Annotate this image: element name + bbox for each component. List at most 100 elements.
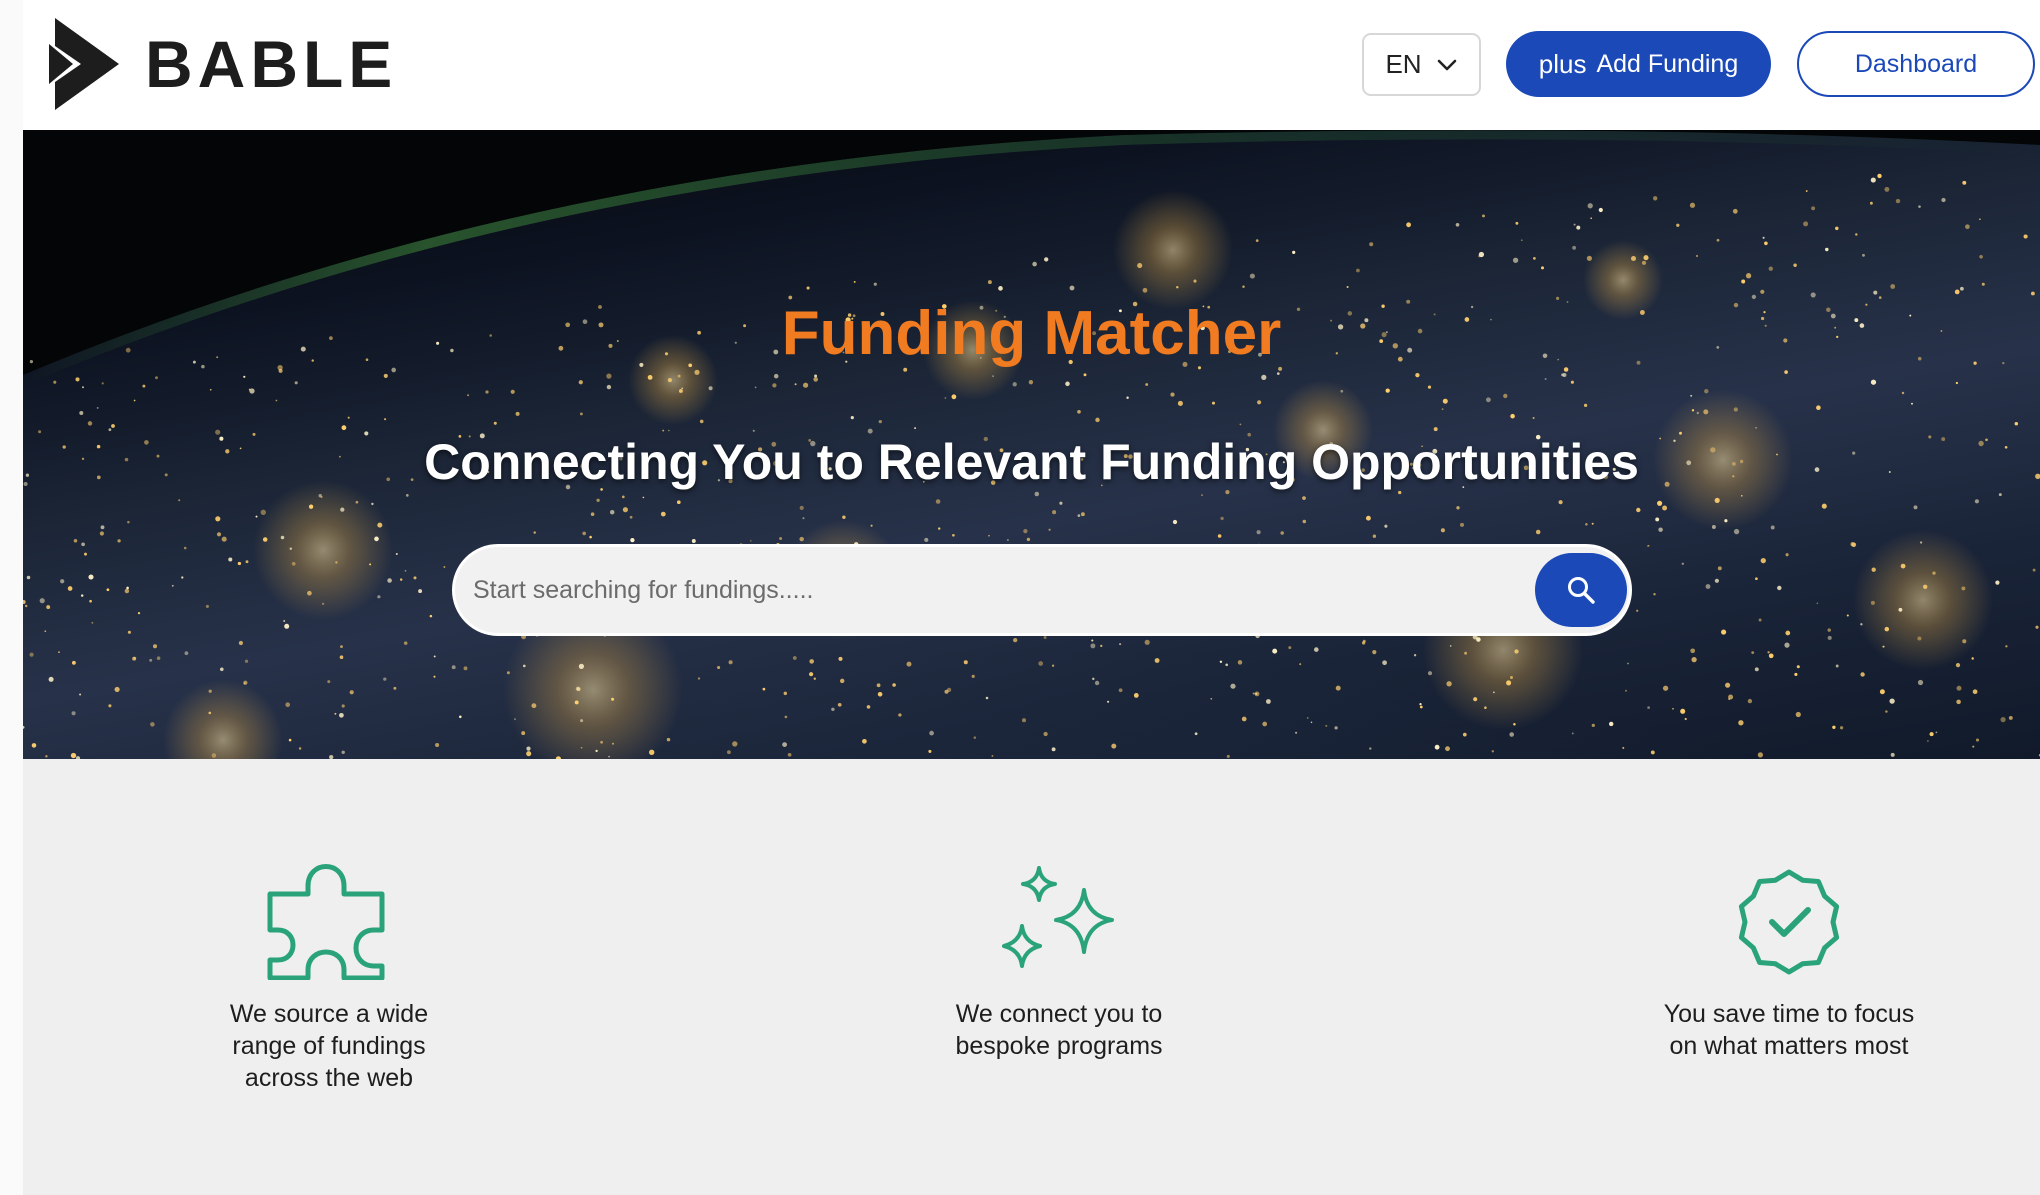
city-light <box>1869 201 1873 205</box>
city-light <box>1094 680 1100 686</box>
city-light <box>1684 717 1687 721</box>
city-light <box>1012 382 1017 387</box>
city-light <box>515 411 520 416</box>
city-light <box>2030 291 2035 296</box>
add-funding-button[interactable]: plus Add Funding <box>1506 31 1771 97</box>
city-light <box>1145 383 1149 386</box>
city-light <box>1385 388 1390 393</box>
city-light <box>1237 660 1243 665</box>
city-light <box>137 611 141 615</box>
dashboard-button[interactable]: Dashboard <box>1797 31 2035 97</box>
city-light <box>80 594 84 597</box>
city-light <box>1384 524 1388 528</box>
city-light <box>1646 545 1649 547</box>
city-light <box>53 380 57 384</box>
city-light <box>1456 506 1460 510</box>
city-light <box>1655 517 1660 522</box>
city-light <box>876 683 881 688</box>
city-light <box>1570 380 1574 384</box>
city-light <box>1884 626 1890 632</box>
city-light <box>600 740 603 744</box>
city-light <box>339 655 344 659</box>
city-light <box>1935 731 1938 734</box>
city-light <box>298 747 302 750</box>
city-light <box>1052 510 1057 515</box>
city-light <box>1979 218 1981 221</box>
city-light <box>215 516 221 522</box>
city-light <box>762 687 766 691</box>
city-light <box>1653 592 1656 596</box>
city-light <box>1717 566 1722 571</box>
city-light <box>1690 394 1693 397</box>
city-light <box>870 524 873 527</box>
city-light <box>340 507 345 512</box>
city-light <box>1254 691 1260 697</box>
city-light <box>1885 710 1888 713</box>
city-light <box>1757 752 1764 758</box>
chevron-down-icon <box>1437 59 1456 70</box>
city-light <box>1961 586 1966 591</box>
city-light <box>340 645 343 648</box>
city-light <box>149 658 153 662</box>
search-icon <box>1568 577 1595 604</box>
city-light <box>1662 685 1669 691</box>
city-light <box>1895 198 1901 204</box>
city-light <box>677 374 681 378</box>
city-light <box>580 719 584 723</box>
city-light <box>752 429 755 432</box>
hero-banner: Funding Matcher Connecting You to Releva… <box>23 130 2040 759</box>
city-light <box>1955 381 1959 385</box>
hero-subtitle: Connecting You to Relevant Funding Oppor… <box>424 434 1639 490</box>
feature-text-line: across the web <box>244 1064 414 1092</box>
city-light <box>395 553 398 555</box>
city-light <box>924 537 929 542</box>
city-light <box>1226 754 1230 758</box>
city-light <box>433 675 436 678</box>
city-light <box>1433 427 1438 432</box>
city-light <box>938 527 941 530</box>
city-light <box>111 424 115 428</box>
city-light <box>216 532 222 537</box>
city-light <box>1870 600 1875 605</box>
city-light <box>23 599 26 605</box>
city-light <box>1069 285 1075 291</box>
city-light <box>1302 519 1307 524</box>
city-light <box>1768 266 1773 271</box>
city-light <box>1310 721 1313 724</box>
city-light <box>784 715 788 719</box>
feature-text-line: range of fundings <box>232 1032 426 1060</box>
city-light <box>1995 580 2000 585</box>
language-select[interactable]: EN <box>1362 33 1481 96</box>
city-light <box>369 563 372 566</box>
sparkles-icon <box>1002 866 1114 968</box>
bable-logo[interactable]: BABLE <box>49 18 397 110</box>
city-light <box>647 374 653 380</box>
search-input[interactable] <box>473 547 1513 633</box>
city-light <box>1871 567 1876 572</box>
city-light <box>87 421 93 426</box>
city-light <box>575 686 580 691</box>
city-light <box>837 702 842 707</box>
city-light <box>2014 421 2019 426</box>
city-light <box>935 499 941 504</box>
city-light <box>99 531 104 536</box>
city-light <box>1406 222 1411 228</box>
city-light <box>877 692 883 697</box>
city-light <box>590 512 595 516</box>
city-light <box>278 368 283 373</box>
city-light <box>1972 745 1975 748</box>
city-light <box>1643 255 1649 261</box>
city-light <box>814 374 818 378</box>
city-light <box>1541 266 1544 270</box>
city-light <box>1276 372 1280 375</box>
city-light <box>1576 225 1581 230</box>
city-light <box>2032 568 2036 572</box>
city-light <box>1455 222 1460 227</box>
search-button[interactable] <box>1535 553 1627 627</box>
city-light <box>521 731 526 736</box>
city-light <box>531 703 537 709</box>
city-light <box>260 509 266 515</box>
city-light <box>1870 177 1876 183</box>
city-light <box>782 742 787 747</box>
city-light <box>1442 398 1448 404</box>
